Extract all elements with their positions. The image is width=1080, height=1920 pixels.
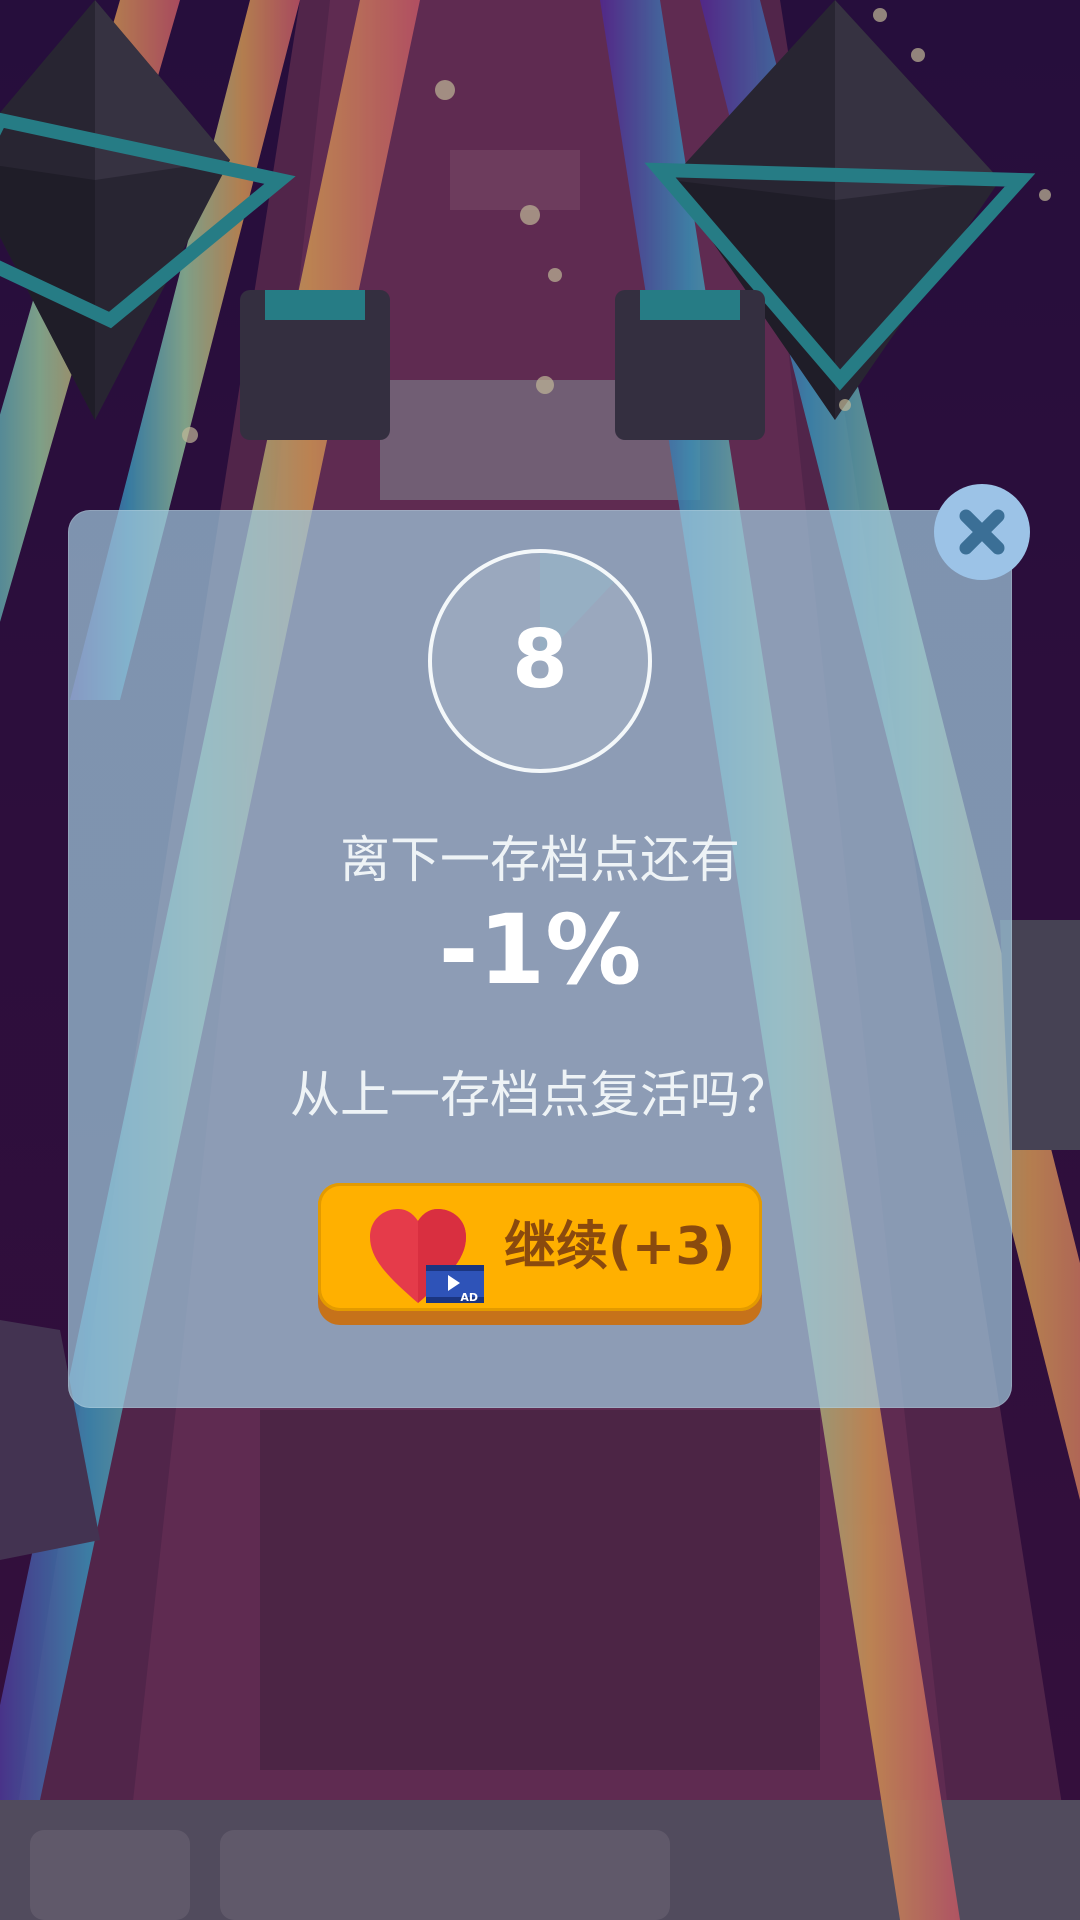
continue-button[interactable]: AD 继续(+3) bbox=[318, 1183, 762, 1325]
heart-icon: AD bbox=[370, 1209, 484, 1304]
continue-button-face[interactable]: AD 继续(+3) bbox=[318, 1183, 762, 1311]
checkpoint-percent: -1% bbox=[438, 894, 642, 1006]
revive-question: 从上一存档点复活吗？ bbox=[290, 1066, 790, 1124]
continue-button-label: 继续(+3) bbox=[504, 1217, 736, 1277]
distance-to-checkpoint-label: 离下一存档点还有 bbox=[340, 831, 740, 889]
countdown-number: 8 bbox=[512, 613, 568, 706]
close-icon bbox=[959, 509, 1005, 555]
ad-badge: AD bbox=[460, 1291, 478, 1304]
video-ad-icon: AD bbox=[426, 1265, 484, 1304]
close-button[interactable] bbox=[934, 484, 1030, 580]
